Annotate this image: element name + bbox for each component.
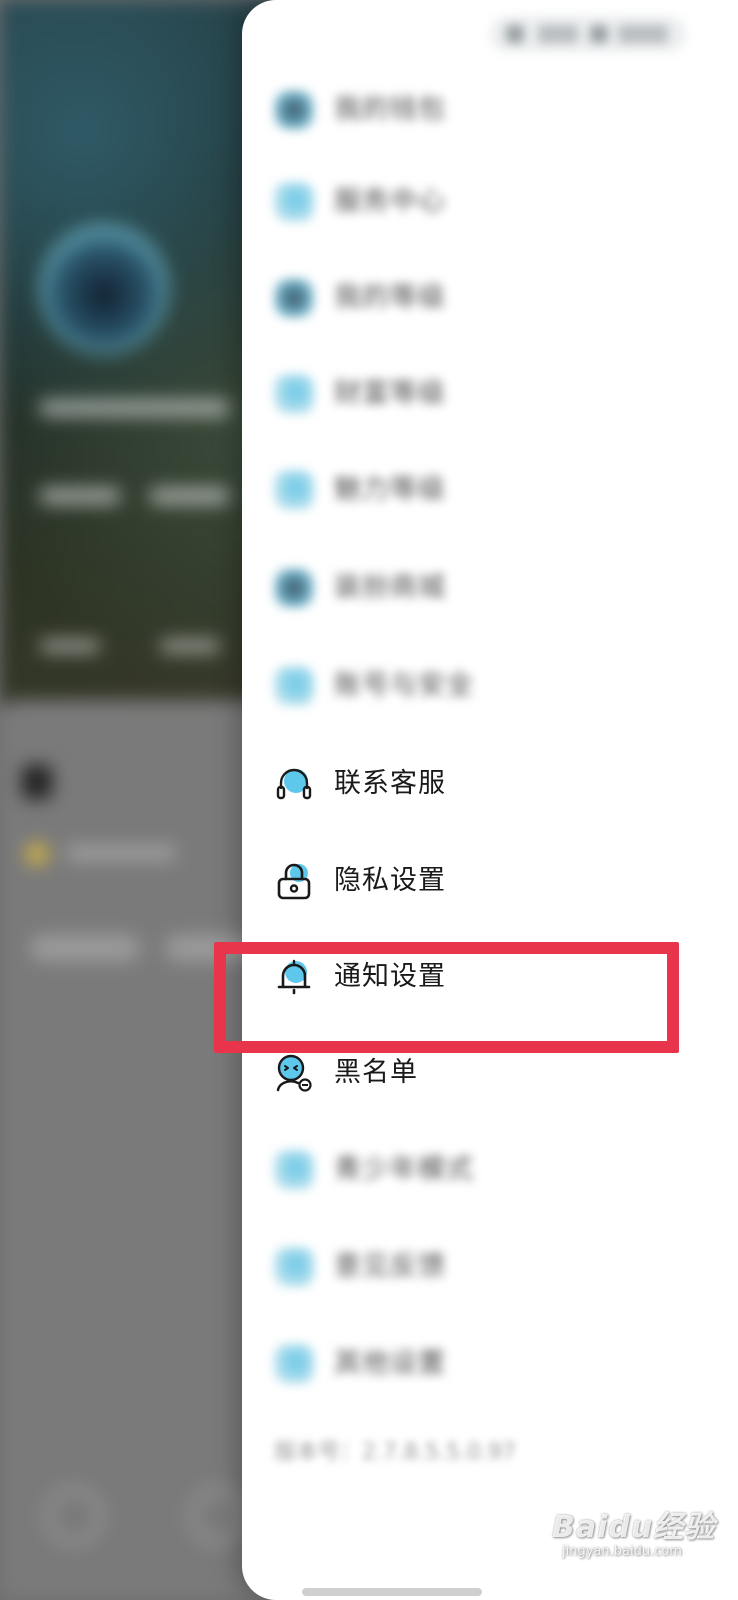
- tab-bar-icon: [190, 1488, 246, 1544]
- profile-action-label: [160, 640, 220, 652]
- menu-item-label: 隐私设置: [334, 865, 446, 896]
- menu-item-label: 账号与安全: [334, 670, 474, 701]
- profile-avatar: [40, 225, 168, 353]
- other-settings-icon: [274, 1344, 314, 1384]
- watermark-url: jingyan.baidu.com: [562, 1544, 682, 1559]
- menu-item-privacy-settings[interactable]: 隐私设置: [242, 851, 738, 911]
- menu-item-label: 装扮商城: [334, 572, 446, 603]
- level-icon: [274, 278, 314, 318]
- star-icon: [26, 843, 48, 865]
- watermark-brand: Baidu经验: [552, 1510, 716, 1545]
- menu-item-label: 黑名单: [334, 1057, 418, 1088]
- profile-stat-text: [150, 488, 230, 504]
- background-user-initial: [22, 765, 52, 799]
- baidu-watermark: Baidu经验 jingyan.baidu.com: [552, 1502, 715, 1559]
- menu-item-label: 联系客服: [334, 768, 446, 799]
- blacklist-icon: [274, 1053, 314, 1093]
- home-indicator: [302, 1588, 482, 1596]
- highlight-box: [214, 942, 679, 1053]
- tab-bar-icon: [46, 1488, 102, 1544]
- background-chip: [30, 935, 140, 961]
- menu-item-wallet[interactable]: 我的钱包: [242, 80, 738, 140]
- menu-item-label: 服务中心: [334, 186, 446, 217]
- menu-item-contact-support[interactable]: 联系客服: [242, 754, 738, 814]
- menu-item-label: 财富等级: [334, 378, 446, 409]
- side-drawer: 我的钱包 服务中心 我的等级 财富等级 魅力等级 装扮商城 账号与安全 联系客服…: [242, 0, 738, 1600]
- menu-item-store[interactable]: 装扮商城: [242, 558, 738, 618]
- menu-item-label: 魅力等级: [334, 474, 446, 505]
- qr-icon: [590, 25, 608, 43]
- scan-button[interactable]: [490, 16, 686, 52]
- teen-mode-icon: [274, 1150, 314, 1190]
- scan-label-placeholder: [618, 25, 668, 43]
- menu-item-other-settings[interactable]: 其他设置: [242, 1334, 738, 1394]
- background-info-text: [66, 846, 176, 860]
- service-center-icon: [274, 182, 314, 222]
- feedback-icon: [274, 1247, 314, 1287]
- version-text: 版本号：2.7.8.5.5.0.97: [274, 1440, 516, 1465]
- headset-icon: [274, 764, 314, 804]
- account-security-icon: [274, 666, 314, 706]
- menu-item-label: 我的等级: [334, 282, 446, 313]
- menu-item-level[interactable]: 我的等级: [242, 268, 738, 328]
- profile-stat-text: [40, 488, 120, 504]
- menu-item-charm-level[interactable]: 魅力等级: [242, 460, 738, 520]
- menu-item-label: 青少年模式: [334, 1154, 474, 1185]
- menu-item-label: 意见反馈: [334, 1251, 446, 1282]
- profile-bio-text: [40, 400, 230, 416]
- menu-item-label: 我的钱包: [334, 94, 446, 125]
- charm-level-icon: [274, 470, 314, 510]
- menu-item-service-center[interactable]: 服务中心: [242, 172, 738, 232]
- store-icon: [274, 568, 314, 608]
- wallet-icon: [274, 90, 314, 130]
- lock-icon: [274, 861, 314, 901]
- menu-item-wealth-level[interactable]: 财富等级: [242, 364, 738, 424]
- menu-item-account-security[interactable]: 账号与安全: [242, 656, 738, 716]
- scan-label-placeholder: [538, 25, 578, 43]
- profile-action-label: [40, 640, 100, 652]
- wealth-level-icon: [274, 374, 314, 414]
- menu-item-label: 其他设置: [334, 1348, 446, 1379]
- scan-icon: [506, 25, 524, 43]
- menu-item-feedback[interactable]: 意见反馈: [242, 1237, 738, 1297]
- menu-item-teen-mode[interactable]: 青少年模式: [242, 1140, 738, 1200]
